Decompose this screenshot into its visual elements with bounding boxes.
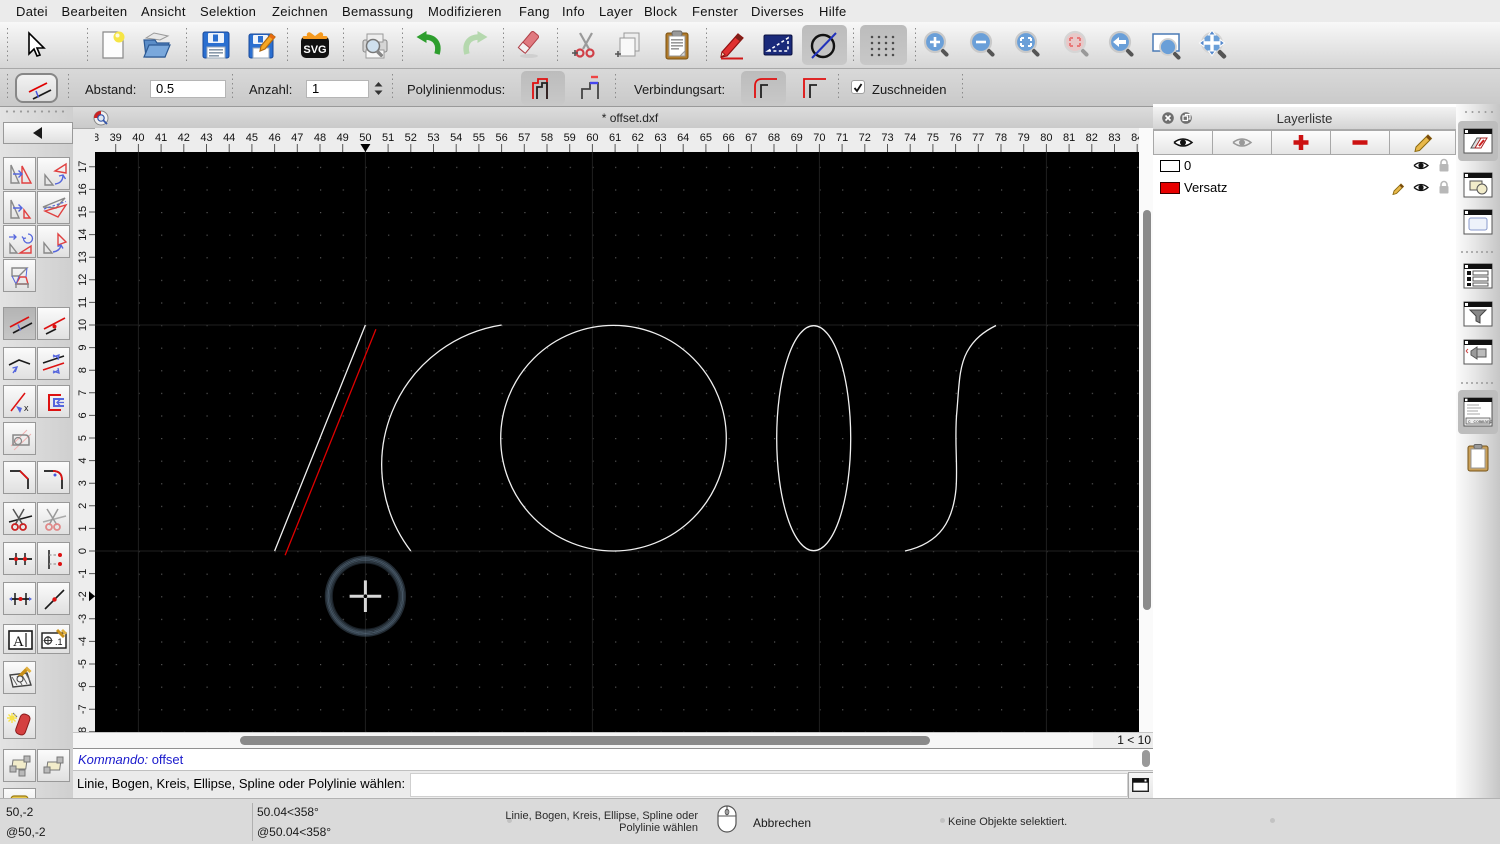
- svg-text:17: 17: [77, 161, 89, 173]
- svg-text:40: 40: [132, 132, 144, 144]
- svg-text:-4: -4: [77, 637, 89, 647]
- svg-text:16: 16: [77, 183, 89, 195]
- svg-text:70: 70: [813, 132, 825, 144]
- svg-text:73: 73: [881, 132, 893, 144]
- svg-text:82: 82: [1086, 132, 1098, 144]
- svg-text:50: 50: [359, 132, 371, 144]
- svg-text:3: 3: [77, 480, 89, 486]
- svg-text:65: 65: [700, 132, 712, 144]
- svg-text:1: 1: [77, 525, 89, 531]
- svg-text:12: 12: [77, 274, 89, 286]
- svg-text:71: 71: [836, 132, 848, 144]
- svg-text:75: 75: [927, 132, 939, 144]
- svg-text:42: 42: [178, 132, 190, 144]
- svg-text:8: 8: [77, 367, 89, 373]
- svg-text:78: 78: [995, 132, 1007, 144]
- svg-text:SVG: SVG: [303, 44, 326, 56]
- svg-text:54: 54: [450, 132, 462, 144]
- svg-text:56: 56: [495, 132, 507, 144]
- svg-text:67: 67: [745, 132, 757, 144]
- svg-text:38: 38: [95, 132, 99, 144]
- svg-text:43: 43: [200, 132, 212, 144]
- svg-text:76: 76: [949, 132, 961, 144]
- svg-text:10: 10: [77, 319, 89, 331]
- svg-text:5: 5: [77, 435, 89, 441]
- svg-text:60: 60: [586, 132, 598, 144]
- svg-text:A: A: [13, 634, 24, 650]
- svg-text:51: 51: [382, 132, 394, 144]
- svg-text:81: 81: [1063, 132, 1075, 144]
- svg-text:-2: -2: [77, 591, 89, 601]
- svg-text:63: 63: [654, 132, 666, 144]
- svg-text:-7: -7: [77, 704, 89, 714]
- svg-text:11: 11: [77, 297, 89, 308]
- svg-text:61: 61: [609, 132, 621, 144]
- svg-text:39: 39: [110, 132, 122, 144]
- svg-text:66: 66: [722, 132, 734, 144]
- svg-text:84: 84: [1131, 132, 1139, 144]
- svg-text:53: 53: [427, 132, 439, 144]
- svg-text:68: 68: [768, 132, 780, 144]
- svg-text:15: 15: [77, 206, 89, 218]
- svg-text:80: 80: [1040, 132, 1052, 144]
- svg-text:46: 46: [268, 132, 280, 144]
- svg-text:-1: -1: [77, 569, 89, 579]
- svg-text:41: 41: [155, 132, 167, 144]
- svg-text:6: 6: [77, 412, 89, 418]
- svg-text:13: 13: [77, 251, 89, 263]
- svg-text:55: 55: [473, 132, 485, 144]
- svg-text:4: 4: [77, 458, 89, 464]
- svg-text:c command: c command: [1468, 419, 1493, 425]
- svg-text:0: 0: [77, 548, 89, 554]
- svg-text:58: 58: [541, 132, 553, 144]
- svg-text:48: 48: [314, 132, 326, 144]
- svg-text:-3: -3: [77, 614, 89, 624]
- svg-text:57: 57: [518, 132, 530, 144]
- svg-text:64: 64: [677, 132, 689, 144]
- svg-text:2: 2: [77, 503, 89, 509]
- svg-text:83: 83: [1108, 132, 1120, 144]
- svg-text:7: 7: [77, 390, 89, 396]
- svg-text:49: 49: [337, 132, 349, 144]
- svg-text:72: 72: [859, 132, 871, 144]
- svg-text:59: 59: [564, 132, 576, 144]
- svg-text:x: x: [24, 403, 29, 413]
- svg-text:-5: -5: [77, 659, 89, 669]
- svg-text:45: 45: [246, 132, 258, 144]
- svg-text:77: 77: [972, 132, 984, 144]
- svg-text:52: 52: [405, 132, 417, 144]
- svg-text:69: 69: [791, 132, 803, 144]
- svg-text:-6: -6: [77, 682, 89, 692]
- svg-text:44: 44: [223, 132, 235, 144]
- svg-text:47: 47: [291, 132, 303, 144]
- svg-text:62: 62: [632, 132, 644, 144]
- svg-text:9: 9: [77, 345, 89, 351]
- svg-text:79: 79: [1018, 132, 1030, 144]
- svg-text:.1: .1: [55, 637, 63, 647]
- svg-text:74: 74: [904, 132, 916, 144]
- svg-text:14: 14: [77, 228, 89, 240]
